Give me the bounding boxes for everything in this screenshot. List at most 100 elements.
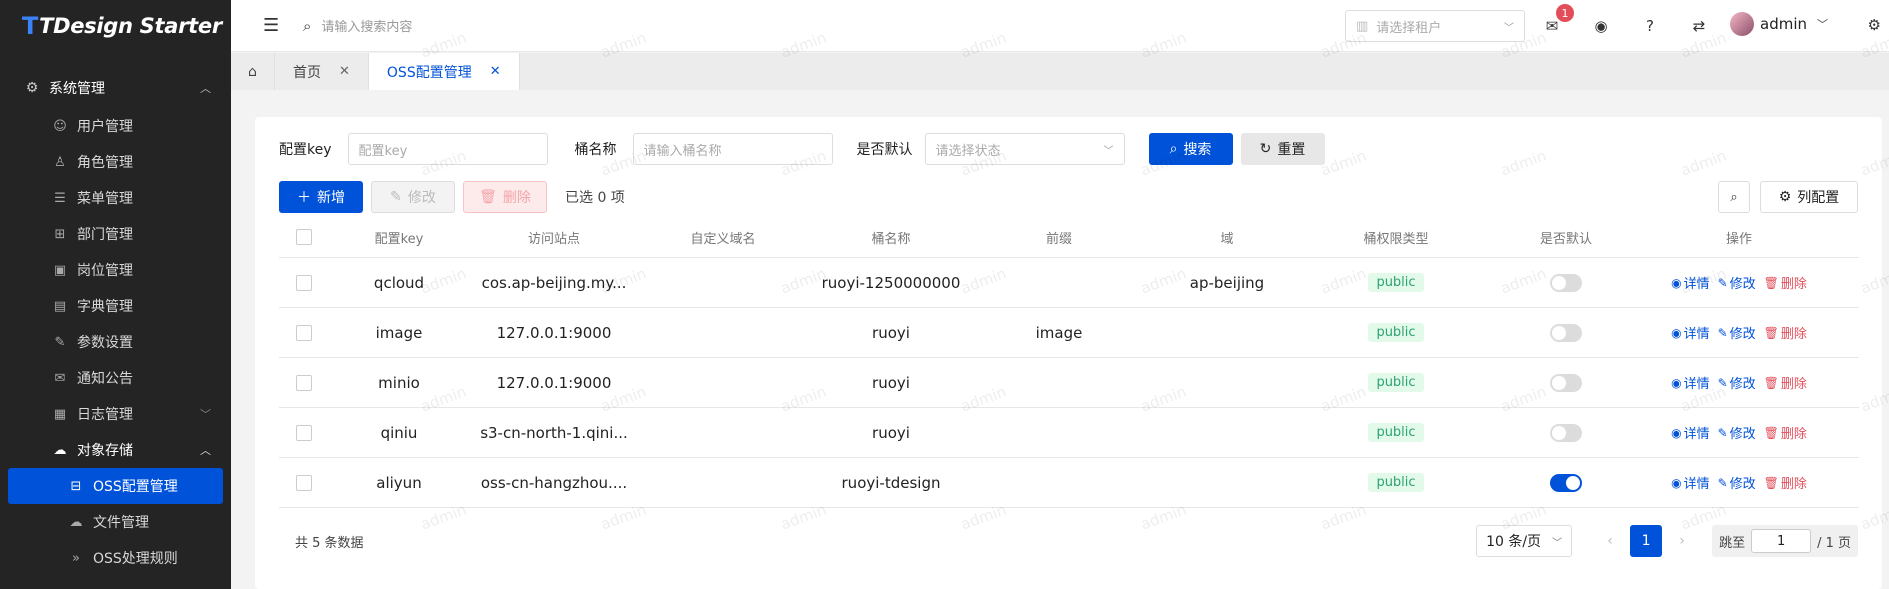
- tab-bar: ⌂ 首页 ✕ OSS配置管理 ✕: [231, 53, 1889, 90]
- edit-link[interactable]: ✎ 修改: [1718, 423, 1756, 443]
- row-checkbox[interactable]: [296, 374, 312, 391]
- tab-home[interactable]: 首页 ✕: [275, 53, 369, 90]
- close-icon[interactable]: ✕: [490, 64, 501, 79]
- sidebar-group-system[interactable]: ⚙ 系统管理 ︿: [0, 72, 231, 104]
- edit-link[interactable]: ✎ 修改: [1718, 273, 1756, 293]
- delete-link[interactable]: 🗑 删除: [1764, 373, 1807, 393]
- search-icon: ⌕: [303, 16, 312, 35]
- detail-link[interactable]: ◉ 详情: [1671, 423, 1710, 443]
- tab-oss-config[interactable]: OSS配置管理 ✕: [368, 53, 520, 90]
- menu-toggle-icon[interactable]: ☰: [263, 15, 283, 36]
- close-icon[interactable]: ✕: [339, 64, 350, 79]
- column-header[interactable]: 桶权限类型: [1311, 228, 1481, 247]
- table-row: qiniu s3-cn-north-1.qini... ruoyi public ◉ 详…: [279, 408, 1859, 458]
- delete-link[interactable]: 🗑 删除: [1764, 473, 1807, 493]
- sidebar-item-oss-rules[interactable]: » OSS处理规则: [0, 540, 231, 576]
- add-button[interactable]: ＋ 新增: [279, 181, 363, 213]
- delete-link[interactable]: 🗑 删除: [1764, 423, 1807, 443]
- sidebar-item-files[interactable]: ☁ 文件管理: [0, 504, 231, 540]
- acl-tag: public: [1368, 423, 1424, 442]
- bucket-name-input[interactable]: 请输入桶名称: [632, 133, 833, 165]
- search-button[interactable]: ⌕ 搜索: [1148, 133, 1233, 165]
- jump-input[interactable]: 1: [1751, 529, 1812, 553]
- column-header: 操作: [1725, 231, 1752, 247]
- filter-default-label: 是否默认: [856, 142, 913, 158]
- delete-button[interactable]: 🗑 删除: [463, 181, 547, 213]
- delete-link[interactable]: 🗑 删除: [1764, 273, 1807, 293]
- sidebar-item-depts[interactable]: ⊞ 部门管理: [0, 216, 231, 252]
- default-switch[interactable]: [1550, 423, 1582, 442]
- edit-icon: ✎: [54, 334, 66, 350]
- edit-link[interactable]: ✎ 修改: [1718, 323, 1756, 343]
- row-checkbox[interactable]: [296, 424, 312, 441]
- acl-tag: public: [1368, 323, 1424, 342]
- sidebar-item-menus[interactable]: ☰ 菜单管理: [0, 180, 231, 216]
- sidebar-item-logs[interactable]: ▦ 日志管理 ﹀: [0, 396, 231, 432]
- select-all-checkbox[interactable]: [279, 229, 329, 245]
- default-cell: [1481, 423, 1651, 442]
- checkbox[interactable]: [296, 229, 312, 245]
- sidebar-item-params[interactable]: ✎ 参数设置: [0, 324, 231, 360]
- page-size-select[interactable]: 10 条/页 ﹀: [1476, 525, 1573, 557]
- config-key-cell: qcloud: [373, 273, 425, 292]
- language-icon[interactable]: ⇄: [1685, 12, 1713, 40]
- global-search[interactable]: ⌕ 请输入搜索内容: [303, 16, 412, 36]
- chevron-up-icon: ︿: [200, 82, 211, 95]
- prev-page-icon[interactable]: ‹: [1594, 533, 1626, 549]
- row-checkbox[interactable]: [296, 324, 312, 341]
- edit-link[interactable]: ✎ 修改: [1718, 373, 1756, 393]
- sidebar-item-posts[interactable]: ▣ 岗位管理: [0, 252, 231, 288]
- column-header[interactable]: 自定义域名: [639, 228, 807, 247]
- row-actions: ◉ 详情 ✎ 修改 🗑 删除: [1671, 423, 1807, 443]
- sidebar-item-users[interactable]: ☺ 用户管理: [0, 108, 231, 144]
- next-page-icon[interactable]: ›: [1666, 533, 1698, 549]
- edit-link[interactable]: ✎ 修改: [1718, 473, 1756, 493]
- column-header[interactable]: 是否默认: [1481, 228, 1651, 247]
- delete-label: 删除: [1780, 277, 1807, 292]
- config-key-input[interactable]: 配置key: [347, 133, 548, 165]
- tenant-select[interactable]: ▥ 请选择租户 ﹀: [1345, 10, 1525, 42]
- sidebar-item-oss-config[interactable]: ⊟ OSS配置管理: [8, 468, 223, 504]
- sidebar: T TDesign Starter ⚙ 系统管理 ︿ ☺ 用户管理 ♙ 角色管理 ☰…: [0, 0, 231, 589]
- selected-count: 已选 0 项: [565, 190, 625, 206]
- user-menu[interactable]: admin ﹀: [1730, 12, 1828, 36]
- column-header[interactable]: 前缀: [975, 228, 1143, 247]
- column-header[interactable]: 域: [1143, 228, 1311, 247]
- help-icon[interactable]: ?: [1636, 12, 1664, 40]
- column-header[interactable]: 配置key: [329, 228, 469, 247]
- sidebar-item-dicts[interactable]: ▤ 字典管理: [0, 288, 231, 324]
- app-logo[interactable]: T TDesign Starter: [0, 0, 231, 52]
- github-icon[interactable]: ◉: [1587, 12, 1615, 40]
- table-search-icon[interactable]: ⌕: [1718, 181, 1750, 213]
- sidebar-item-notices[interactable]: ✉ 通知公告: [0, 360, 231, 396]
- mail-icon[interactable]: ✉ 1: [1538, 4, 1574, 40]
- column-config-button[interactable]: ⚙ 列配置: [1760, 181, 1858, 213]
- column-header[interactable]: 访问站点: [469, 228, 639, 247]
- delete-link[interactable]: 🗑 删除: [1764, 323, 1807, 343]
- default-switch[interactable]: [1550, 373, 1582, 392]
- detail-link[interactable]: ◉ 详情: [1671, 273, 1710, 293]
- total-count: 共 5 条数据: [295, 535, 364, 551]
- detail-link[interactable]: ◉ 详情: [1671, 473, 1710, 493]
- default-switch[interactable]: [1550, 473, 1582, 492]
- reset-button[interactable]: ↻ 重置: [1240, 133, 1325, 165]
- toolbar-right: ⌕ ⚙ 列配置: [1718, 181, 1858, 213]
- site-cell: cos.ap-beijing.my...: [481, 273, 627, 292]
- row-checkbox[interactable]: [296, 274, 312, 291]
- gear-icon[interactable]: ⚙: [1868, 16, 1881, 34]
- column-header[interactable]: 桶名称: [807, 228, 975, 247]
- default-switch[interactable]: [1550, 273, 1582, 292]
- detail-label: 详情: [1683, 327, 1710, 342]
- default-switch[interactable]: [1550, 323, 1582, 342]
- row-checkbox[interactable]: [296, 474, 312, 491]
- detail-link[interactable]: ◉ 详情: [1671, 323, 1710, 343]
- page-jumper: 跳至 1 / 1 页: [1712, 525, 1858, 557]
- detail-link[interactable]: ◉ 详情: [1671, 373, 1710, 393]
- edit-button[interactable]: ✎ 修改: [371, 181, 455, 213]
- default-status-select[interactable]: 请选择状态 ﹀: [924, 133, 1125, 165]
- search-input[interactable]: 请输入搜索内容: [321, 16, 412, 35]
- tab-home-icon[interactable]: ⌂: [231, 53, 275, 90]
- sidebar-item-roles[interactable]: ♙ 角色管理: [0, 144, 231, 180]
- sidebar-item-oss[interactable]: ☁ 对象存储 ︿: [0, 432, 231, 468]
- page-number[interactable]: 1: [1630, 525, 1663, 557]
